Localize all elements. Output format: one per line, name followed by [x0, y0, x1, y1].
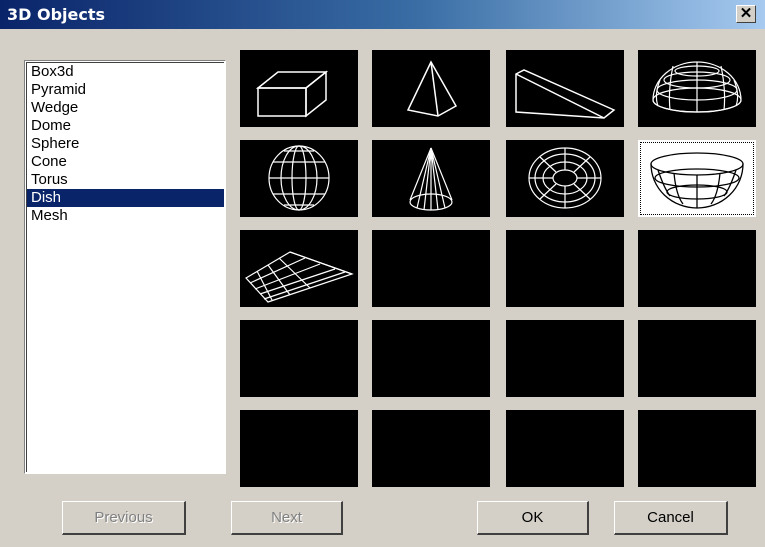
tile-box3d[interactable] — [240, 50, 358, 127]
cancel-button[interactable]: Cancel — [614, 501, 728, 535]
empty-tile — [638, 320, 756, 397]
cone-icon — [409, 147, 453, 211]
empty-tile — [506, 230, 624, 307]
empty-tile — [372, 230, 490, 307]
empty-tile — [372, 410, 490, 487]
list-item-dish[interactable]: Dish — [27, 189, 224, 207]
tile-wedge[interactable] — [506, 50, 624, 127]
window-title: 3D Objects — [7, 5, 106, 24]
tile-dish[interactable] — [638, 140, 756, 217]
close-button[interactable]: ✕ — [736, 5, 756, 23]
list-item-box3d[interactable]: Box3d — [27, 63, 224, 81]
next-button[interactable]: Next — [231, 501, 343, 535]
empty-tile — [506, 410, 624, 487]
list-item-torus[interactable]: Torus — [27, 171, 224, 189]
list-item-pyramid[interactable]: Pyramid — [27, 81, 224, 99]
object-list[interactable]: Box3d Pyramid Wedge Dome Sphere Cone Tor… — [24, 60, 226, 474]
list-item-wedge[interactable]: Wedge — [27, 99, 224, 117]
tile-dome[interactable] — [638, 50, 756, 127]
close-icon: ✕ — [739, 5, 753, 22]
sphere-icon — [268, 145, 330, 211]
tile-pyramid[interactable] — [372, 50, 490, 127]
tile-torus[interactable] — [506, 140, 624, 217]
tile-mesh[interactable] — [240, 230, 358, 307]
pyramid-icon — [406, 60, 458, 117]
dish-icon — [650, 152, 744, 209]
previous-button[interactable]: Previous — [62, 501, 186, 535]
list-item-cone[interactable]: Cone — [27, 153, 224, 171]
title-bar[interactable]: 3D Objects ✕ — [0, 0, 765, 29]
empty-tile — [240, 410, 358, 487]
empty-tile — [638, 230, 756, 307]
tile-cone[interactable] — [372, 140, 490, 217]
empty-tile — [372, 320, 490, 397]
ok-button[interactable]: OK — [477, 501, 589, 535]
dome-icon — [652, 61, 742, 113]
wedge-icon — [515, 69, 616, 119]
box3d-icon — [255, 70, 329, 118]
empty-tile — [638, 410, 756, 487]
mesh-icon — [245, 251, 354, 303]
tile-sphere[interactable] — [240, 140, 358, 217]
list-item-dome[interactable]: Dome — [27, 117, 224, 135]
empty-tile — [240, 320, 358, 397]
torus-icon — [528, 147, 602, 209]
list-item-mesh[interactable]: Mesh — [27, 207, 224, 225]
list-item-sphere[interactable]: Sphere — [27, 135, 224, 153]
empty-tile — [506, 320, 624, 397]
